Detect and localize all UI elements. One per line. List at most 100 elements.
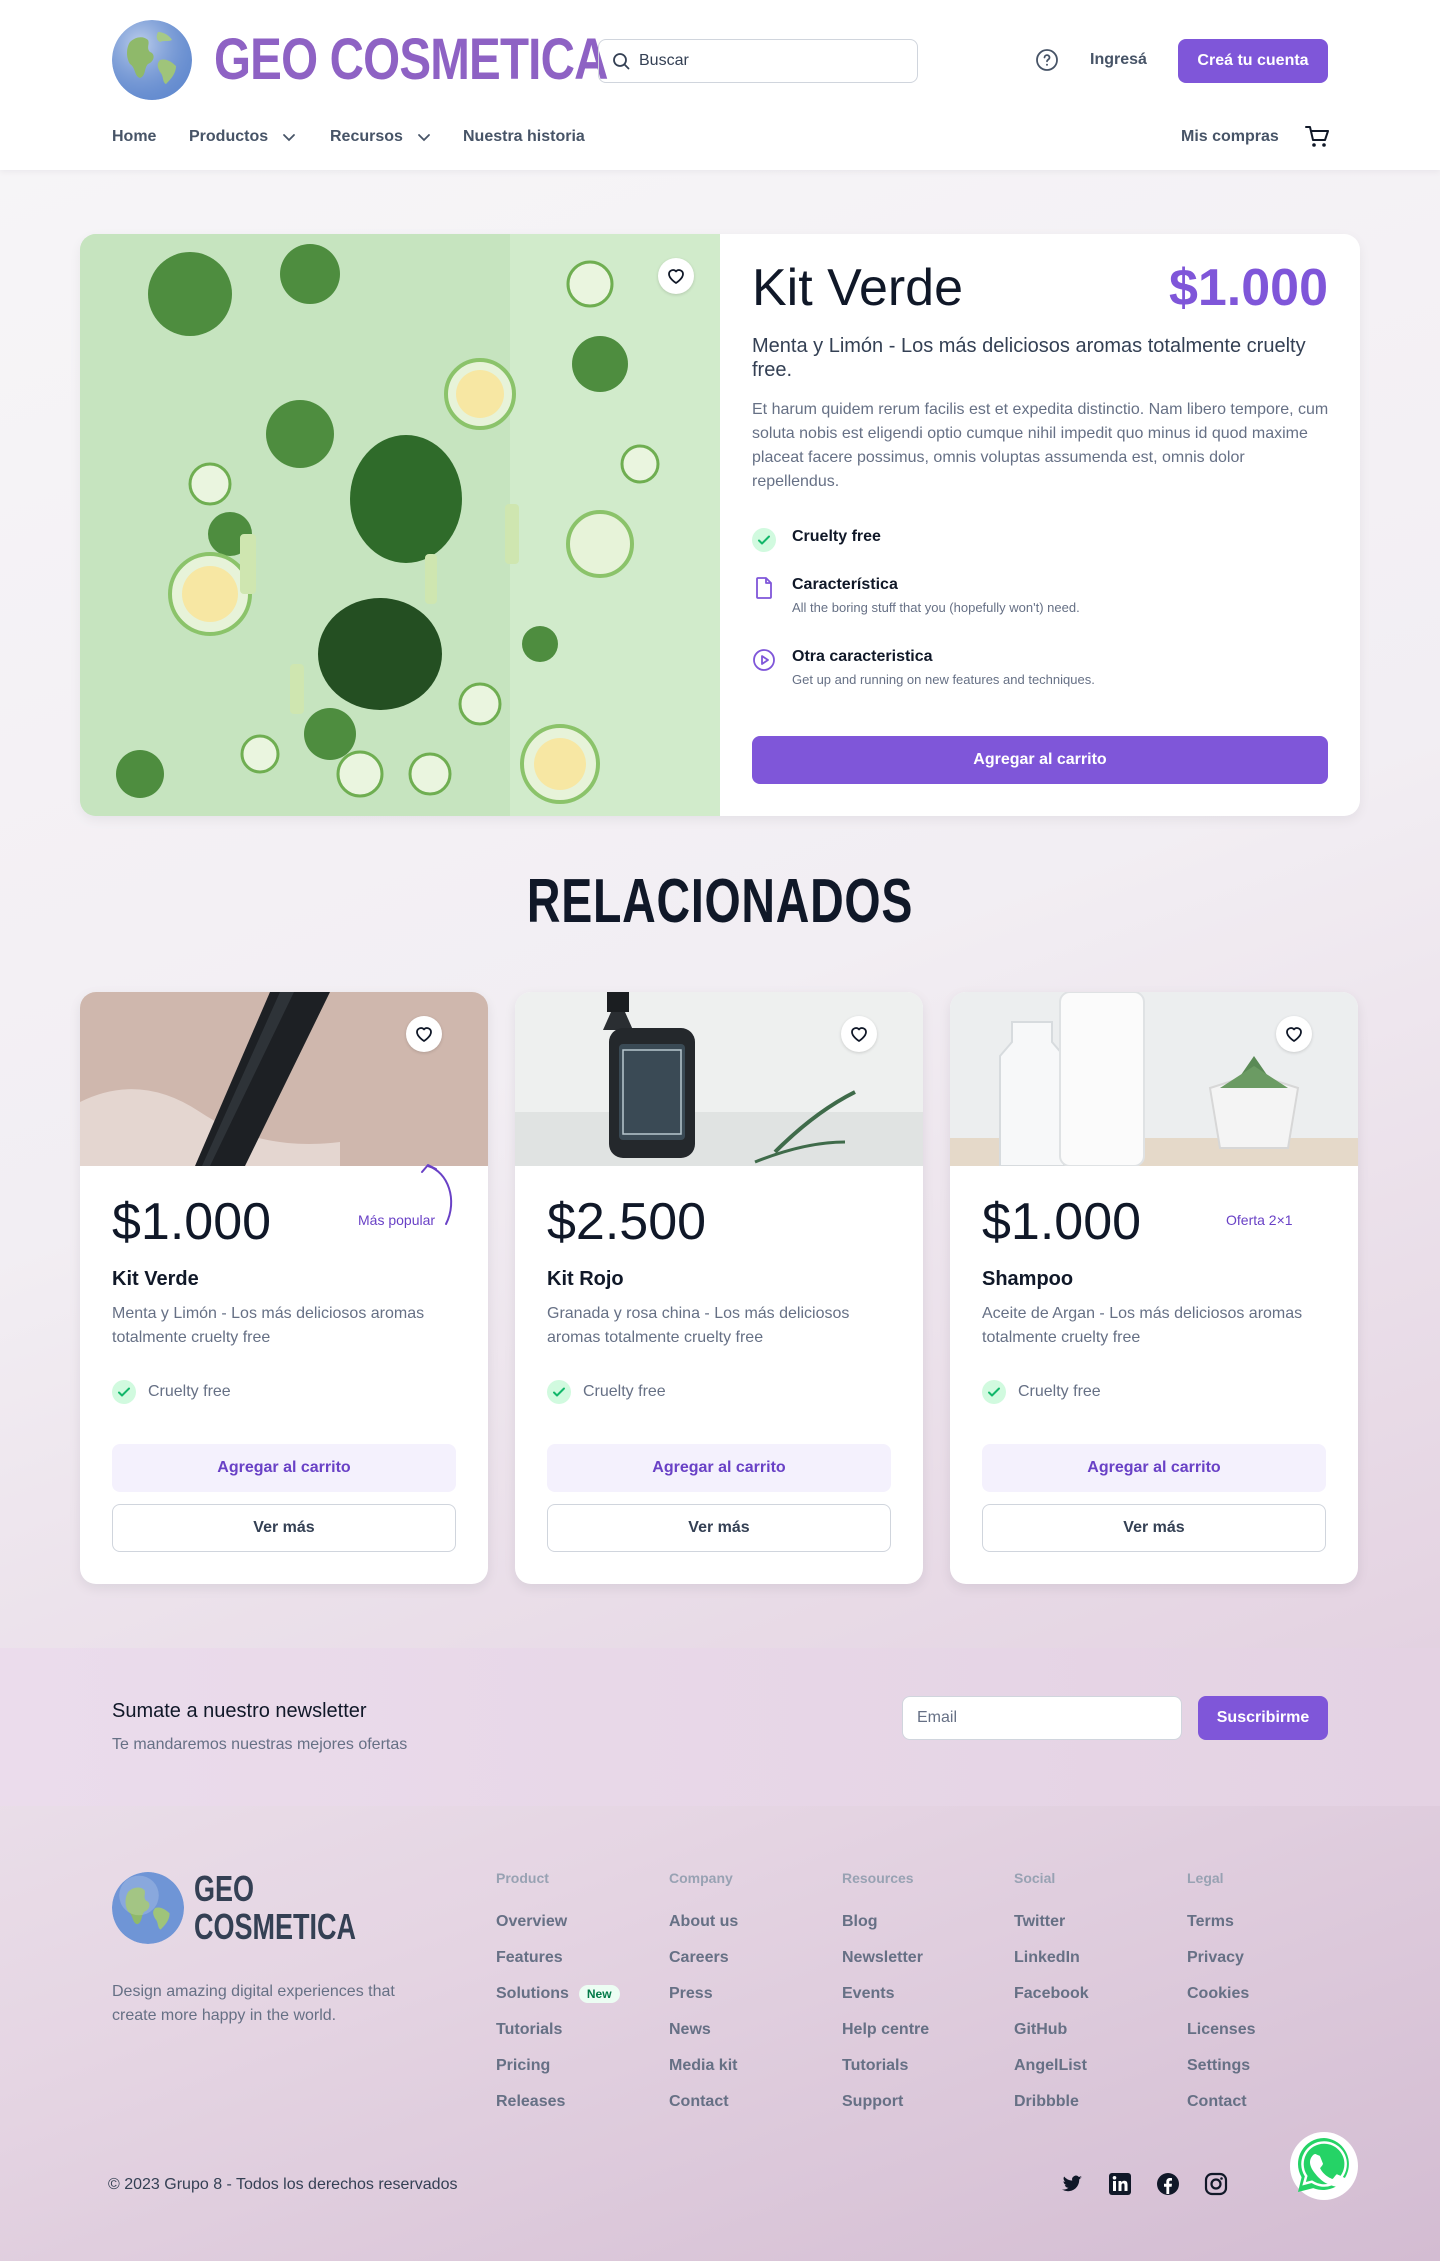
footer-link[interactable]: Features bbox=[496, 1940, 620, 1976]
product-card-image bbox=[515, 992, 923, 1166]
nav-home[interactable]: Home bbox=[112, 128, 156, 146]
product-card-description: Granada y rosa china - Los más delicioso… bbox=[547, 1305, 850, 1346]
check-circle-icon bbox=[547, 1380, 571, 1404]
cart-icon[interactable] bbox=[1304, 124, 1330, 150]
footer-link[interactable]: Tutorials bbox=[496, 2012, 620, 2048]
feature-description: All the boring stuff that you (hopefully… bbox=[792, 600, 1080, 615]
footer-link[interactable]: Support bbox=[842, 2084, 929, 2120]
footer-link[interactable]: Twitter bbox=[1014, 1904, 1089, 1940]
footer-link[interactable]: Blog bbox=[842, 1904, 929, 1940]
feature-title: Cruelty free bbox=[792, 528, 881, 545]
footer-column-company: Company About us Careers Press News Medi… bbox=[669, 1870, 738, 2120]
footer-tagline: Design amazing digital experiences that … bbox=[112, 1983, 395, 2024]
footer-link[interactable]: Media kit bbox=[669, 2048, 738, 2084]
footer-link[interactable]: LinkedIn bbox=[1014, 1940, 1089, 1976]
nav-recursos[interactable]: Recursos bbox=[330, 128, 431, 146]
footer-link[interactable]: Privacy bbox=[1187, 1940, 1255, 1976]
footer-link[interactable]: Cookies bbox=[1187, 1976, 1255, 2012]
add-to-cart-button[interactable]: Agregar al carrito bbox=[752, 736, 1328, 784]
see-more-button[interactable]: Ver más bbox=[112, 1504, 456, 1552]
feature-label: Cruelty free bbox=[1018, 1383, 1101, 1400]
footer-link[interactable]: Releases bbox=[496, 2084, 620, 2120]
footer-link[interactable]: Pricing bbox=[496, 2048, 620, 2084]
my-purchases-link[interactable]: Mis compras bbox=[1181, 128, 1279, 146]
product-card-feature: Cruelty free bbox=[547, 1380, 666, 1404]
add-to-cart-button[interactable]: Agregar al carrito bbox=[982, 1444, 1326, 1492]
footer-link[interactable]: News bbox=[669, 2012, 738, 2048]
product-card-feature: Cruelty free bbox=[982, 1380, 1101, 1404]
product-card-image bbox=[80, 992, 488, 1166]
footer-link[interactable]: Dribbble bbox=[1014, 2084, 1089, 2120]
footer-brand-line2: COSMETICA bbox=[194, 1906, 356, 1947]
globe-logo-icon bbox=[112, 20, 192, 100]
whatsapp-icon[interactable] bbox=[1288, 2130, 1360, 2202]
globe-logo-icon bbox=[112, 1872, 184, 1944]
footer-link[interactable]: GitHub bbox=[1014, 2012, 1089, 2048]
file-icon bbox=[752, 576, 776, 600]
favorite-heart-icon[interactable] bbox=[1276, 1016, 1312, 1052]
see-more-button[interactable]: Ver más bbox=[547, 1504, 891, 1552]
footer-link-solutions[interactable]: Solutions New bbox=[496, 1976, 620, 2012]
favorite-heart-icon[interactable] bbox=[658, 258, 694, 294]
footer-column-social: Social Twitter LinkedIn Facebook GitHub … bbox=[1014, 1870, 1089, 2120]
product-subtitle: Menta y Limón - Los más deliciosos aroma… bbox=[752, 335, 1306, 381]
product-description: Et harum quidem rerum facilis est et exp… bbox=[752, 401, 1329, 490]
product-card-name: Kit Rojo bbox=[547, 1268, 624, 1290]
nav-nuestra-historia[interactable]: Nuestra historia bbox=[463, 128, 585, 146]
footer-link[interactable]: Newsletter bbox=[842, 1940, 929, 1976]
feature-item: Otra caracteristica Get up and running on… bbox=[752, 648, 1095, 687]
footer-brand-line1: GEO bbox=[194, 1868, 255, 1909]
feature-label: Cruelty free bbox=[583, 1383, 666, 1400]
footer-link[interactable]: Help centre bbox=[842, 2012, 929, 2048]
footer-link[interactable]: Press bbox=[669, 1976, 738, 2012]
linkedin-icon[interactable] bbox=[1108, 2172, 1132, 2196]
footer-link[interactable]: Events bbox=[842, 1976, 929, 2012]
subscribe-button[interactable]: Suscribirme bbox=[1198, 1696, 1328, 1740]
feature-item: Característica All the boring stuff that … bbox=[752, 576, 1080, 615]
product-card-price: $2.500 bbox=[547, 1193, 707, 1251]
footer-link[interactable]: AngelList bbox=[1014, 2048, 1089, 2084]
see-more-button[interactable]: Ver más bbox=[982, 1504, 1326, 1552]
footer-link[interactable]: Terms bbox=[1187, 1904, 1255, 1940]
search-input[interactable]: Buscar bbox=[598, 39, 918, 83]
newsletter-title: Sumate a nuestro newsletter bbox=[112, 1700, 367, 1722]
footer-logo[interactable]: GEO COSMETICA bbox=[112, 1870, 410, 1946]
footer-link[interactable]: Settings bbox=[1187, 2048, 1255, 2084]
copyright: © 2023 Grupo 8 - Todos los derechos rese… bbox=[108, 2176, 458, 2193]
facebook-icon[interactable] bbox=[1156, 2172, 1180, 2196]
instagram-icon[interactable] bbox=[1204, 2172, 1228, 2196]
footer-column-heading: Resources bbox=[842, 1870, 914, 1886]
feature-label: Cruelty free bbox=[148, 1383, 231, 1400]
search-icon bbox=[613, 53, 630, 70]
footer-link[interactable]: Licenses bbox=[1187, 2012, 1255, 2048]
product-title: Kit Verde bbox=[752, 259, 964, 317]
newsletter-section: Sumate a nuestro newsletter Te mandaremo… bbox=[0, 1648, 1440, 1806]
newsletter-email-input[interactable]: Email bbox=[902, 1696, 1182, 1740]
footer-column-legal: Legal Terms Privacy Cookies Licenses Set… bbox=[1187, 1870, 1255, 2120]
check-circle-icon bbox=[982, 1380, 1006, 1404]
offer-badge: Oferta 2×1 bbox=[1226, 1212, 1293, 1228]
product-card-name: Kit Verde bbox=[112, 1268, 199, 1290]
product-card-name: Shampoo bbox=[982, 1268, 1074, 1290]
product-card: $1.000 Más popular Kit Verde Menta y Lim… bbox=[80, 992, 488, 1584]
signup-button[interactable]: Creá tu cuenta bbox=[1178, 39, 1328, 83]
footer-link[interactable]: Contact bbox=[669, 2084, 738, 2120]
favorite-heart-icon[interactable] bbox=[841, 1016, 877, 1052]
footer-link[interactable]: About us bbox=[669, 1904, 738, 1940]
favorite-heart-icon[interactable] bbox=[406, 1016, 442, 1052]
chevron-down-icon bbox=[283, 134, 296, 142]
footer-link[interactable]: Tutorials bbox=[842, 2048, 929, 2084]
help-icon[interactable] bbox=[1035, 48, 1059, 72]
footer-link[interactable]: Careers bbox=[669, 1940, 738, 1976]
nav-productos-label: Productos bbox=[189, 128, 269, 145]
add-to-cart-button[interactable]: Agregar al carrito bbox=[112, 1444, 456, 1492]
footer-column-resources: Resources Blog Newsletter Events Help ce… bbox=[842, 1870, 929, 2120]
login-link[interactable]: Ingresá bbox=[1090, 51, 1147, 69]
footer-column-heading: Company bbox=[669, 1870, 733, 1886]
twitter-icon[interactable] bbox=[1060, 2172, 1084, 2196]
footer-link[interactable]: Overview bbox=[496, 1904, 620, 1940]
add-to-cart-button[interactable]: Agregar al carrito bbox=[547, 1444, 891, 1492]
footer-link[interactable]: Facebook bbox=[1014, 1976, 1089, 2012]
nav-productos[interactable]: Productos bbox=[189, 128, 296, 146]
footer-link[interactable]: Contact bbox=[1187, 2084, 1255, 2120]
